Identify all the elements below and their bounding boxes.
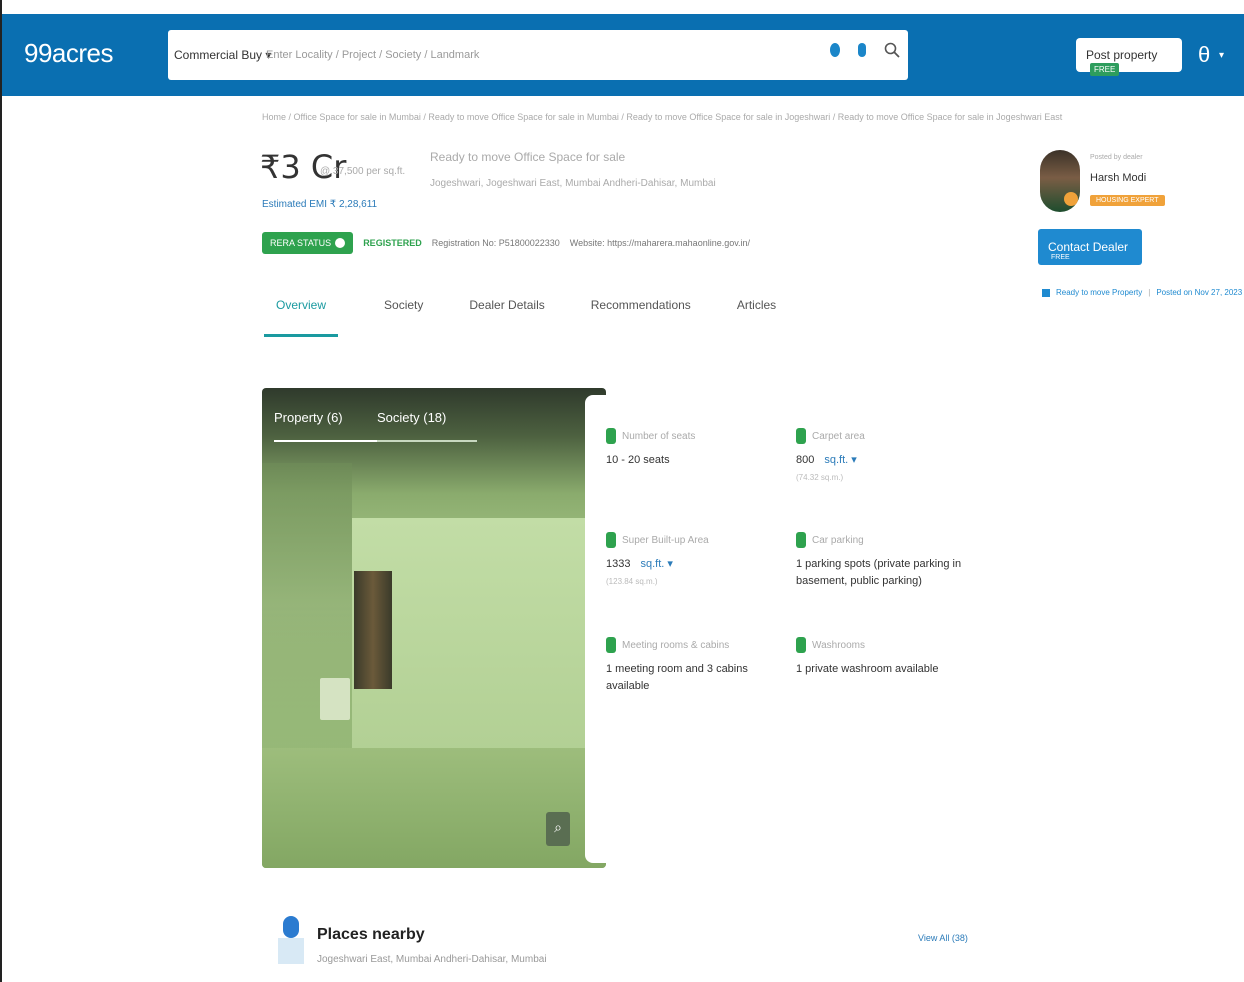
property-location: Jogeshwari, Jogeshwari East, Mumbai Andh…: [430, 178, 716, 189]
posted-on: Posted on Nov 27, 2023: [1156, 288, 1243, 297]
dealer-caption: Posted by dealer: [1090, 154, 1143, 161]
feature-super-builtup: Super Built-up Area 1333 sq.ft. ▾ (123.84…: [606, 532, 709, 586]
home-icon: [1042, 288, 1050, 297]
post-property-label: Post property: [1086, 48, 1158, 62]
pin-base: [278, 938, 304, 964]
zoom-icon[interactable]: ⌕: [546, 812, 570, 846]
site-logo[interactable]: 99acres: [24, 38, 114, 69]
feature-value: 10 - 20 seats: [606, 454, 670, 466]
feature-value: 1 parking spots (private parking in base…: [796, 558, 962, 587]
dealer-name[interactable]: Harsh Modi: [1090, 172, 1146, 184]
search-icon[interactable]: [884, 42, 900, 58]
tab-articles[interactable]: Articles: [737, 298, 776, 337]
feature-seats: Number of seats 10 - 20 seats: [606, 428, 695, 469]
washroom-icon: [796, 637, 806, 653]
post-property-button[interactable]: Post property FREE: [1076, 38, 1182, 77]
search-type-dropdown[interactable]: Commercial Buy ▾: [174, 48, 271, 62]
area-icon: [606, 532, 616, 548]
status-row: Ready to move Property | Posted on Nov 2…: [1042, 288, 1242, 297]
feature-subvalue: (74.32 sq.m.): [796, 473, 844, 482]
feature-label: Washrooms: [812, 639, 865, 651]
search-bar: Commercial Buy ▾: [168, 30, 908, 80]
badge-icon: [1064, 192, 1078, 206]
feature-value: 1 meeting room and 3 cabins available: [606, 663, 748, 692]
photo-door: [354, 571, 392, 689]
feature-label: Car parking: [812, 534, 864, 546]
photo-floor: [262, 748, 606, 868]
tab-dealer-details[interactable]: Dealer Details: [469, 298, 544, 337]
area-icon: [796, 428, 806, 444]
gallery-tab-property[interactable]: Property (6): [274, 410, 377, 442]
feature-label: Carpet area: [812, 430, 865, 442]
feature-washrooms: Washrooms 1 private washroom available: [796, 637, 966, 678]
free-badge: FREE: [1090, 63, 1120, 77]
rera-website-link[interactable]: Website: https://maharera.mahaonline.gov…: [570, 238, 750, 248]
feature-value: 1333: [606, 558, 631, 570]
meeting-room-icon: [606, 637, 616, 653]
car-icon: [796, 532, 806, 548]
rera-status-badge[interactable]: RERA STATUS: [262, 232, 354, 254]
registration-number: Registration No: P51800022330: [431, 238, 560, 248]
estimated-emi-link[interactable]: Estimated EMI ₹ 2,28,611: [262, 199, 377, 210]
gallery-edge: [585, 395, 607, 863]
tab-overview[interactable]: Overview: [264, 298, 339, 337]
dealer-tag: HOUSING EXPERT: [1090, 195, 1165, 206]
chevron-down-icon[interactable]: ▾: [1219, 50, 1224, 61]
view-all-link[interactable]: View All (38): [918, 933, 968, 943]
search-input[interactable]: [266, 40, 786, 70]
rera-registered-label: REGISTERED: [363, 238, 422, 248]
feature-label: Super Built-up Area: [622, 534, 709, 546]
unit-dropdown[interactable]: sq.ft. ▾: [824, 454, 856, 466]
photo-object: [320, 678, 350, 720]
feature-carpet-area: Carpet area 800 sq.ft. ▾ (74.32 sq.m.): [796, 428, 956, 482]
microphone-icon[interactable]: [858, 43, 866, 57]
search-actions: [830, 42, 900, 58]
photo-gallery[interactable]: Property (6) Society (18) ⌕: [262, 388, 606, 868]
feature-value-row: 1333 sq.ft. ▾: [606, 556, 709, 573]
feature-meeting-rooms: Meeting rooms & cabins 1 meeting room an…: [606, 637, 786, 695]
property-title: Ready to move Office Space for sale: [430, 150, 626, 164]
pin-head: [283, 916, 299, 938]
section-tabs: Overview Society Dealer Details Recommen…: [264, 298, 822, 337]
feature-label: Number of seats: [622, 430, 696, 442]
places-nearby-title: Places nearby: [317, 926, 425, 943]
feature-label: Meeting rooms & cabins: [622, 639, 730, 651]
feature-value: 1 private washroom available: [796, 663, 939, 675]
gallery-tabs: Property (6) Society (18): [262, 388, 606, 442]
rera-status-label: RERA STATUS: [270, 238, 332, 248]
breadcrumb[interactable]: Home / Office Space for sale in Mumbai /…: [262, 112, 1062, 122]
rera-row: RERA STATUS REGISTERED Registration No: …: [262, 232, 750, 254]
divider: |: [1148, 288, 1151, 297]
price-per-sqft: @ 37,500 per sq.ft.: [320, 166, 406, 177]
tab-society[interactable]: Society: [384, 298, 423, 337]
user-icon[interactable]: θ: [1198, 42, 1210, 68]
seat-icon: [606, 428, 616, 444]
feature-value: 800: [796, 454, 815, 466]
feature-car-parking: Car parking 1 parking spots (private par…: [796, 532, 966, 590]
page: 99acres Commercial Buy ▾ Post property F…: [0, 0, 1244, 982]
location-icon[interactable]: [830, 43, 840, 57]
tab-recommendations[interactable]: Recommendations: [591, 298, 691, 337]
map-pin-icon: [278, 916, 304, 966]
contact-dealer-button[interactable]: Contact Dealer FREE: [1038, 229, 1142, 265]
places-nearby-subtitle: Jogeshwari East, Mumbai Andheri-Dahisar,…: [317, 954, 547, 965]
info-icon: [335, 238, 346, 248]
ready-to-move-label: Ready to move Property: [1056, 288, 1143, 297]
feature-value-row: 800 sq.ft. ▾: [796, 452, 956, 469]
gallery-tab-society[interactable]: Society (18): [377, 410, 477, 442]
unit-dropdown[interactable]: sq.ft. ▾: [640, 558, 672, 570]
contact-dealer-label: Contact Dealer: [1048, 240, 1129, 254]
free-badge: FREE: [1051, 254, 1070, 261]
top-navbar: 99acres Commercial Buy ▾ Post property F…: [2, 14, 1244, 96]
feature-subvalue: (123.84 sq.m.): [606, 577, 658, 586]
